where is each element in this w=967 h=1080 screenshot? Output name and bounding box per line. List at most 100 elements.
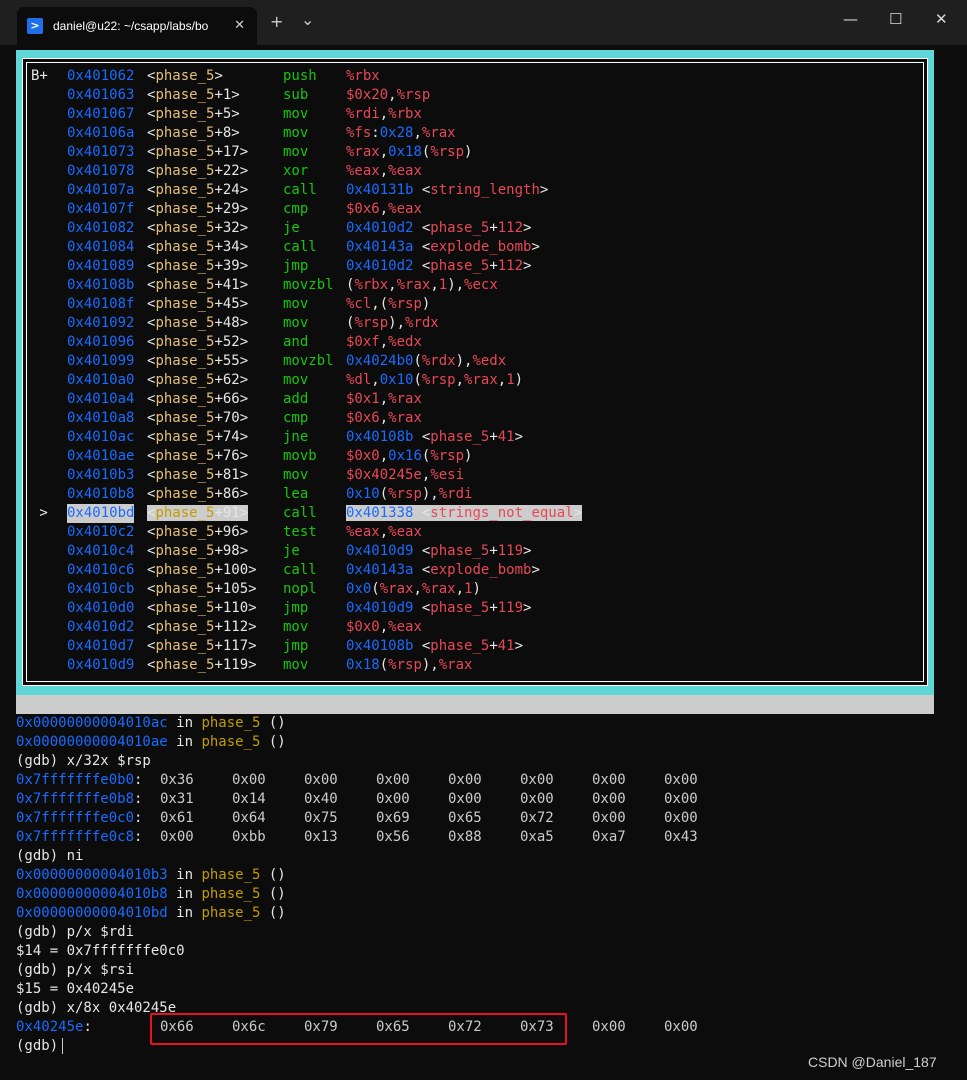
operand-token: + xyxy=(489,543,498,559)
asm-line[interactable]: 0x401082 <phase_5+32> je 0x4010d2 <phase_5+… xyxy=(31,219,911,238)
maximize-button[interactable]: ☐ xyxy=(889,10,902,28)
sym-offset: +91> xyxy=(214,505,249,521)
sym-name: phase_5 xyxy=(155,334,215,350)
operand-token: , xyxy=(455,581,465,597)
asm-line[interactable]: 0x401063 <phase_5+1> sub $0x20,%rsp xyxy=(31,86,911,105)
sym-offset: > xyxy=(214,68,223,84)
asm-line[interactable]: 0x40107f <phase_5+29> cmp $0x6,%eax xyxy=(31,200,911,219)
asm-operands: %eax,%eax xyxy=(346,162,422,181)
sym-offset: +110> xyxy=(214,600,257,616)
operand-token: 1 xyxy=(438,277,448,293)
asm-line[interactable]: 0x401073 <phase_5+17> mov %rax,0x18(%rsp) xyxy=(31,143,911,162)
console-line: 0x00000000004010b3 in phase_5 () xyxy=(16,866,916,885)
asm-line[interactable]: 0x4010ac <phase_5+74> jne 0x40108b <phase_5… xyxy=(31,428,911,447)
sym-offset: +76> xyxy=(214,448,249,464)
asm-opcode: jne xyxy=(283,429,309,445)
close-button[interactable]: ✕ xyxy=(935,10,948,28)
memory-byte: 0x88 xyxy=(448,829,482,845)
asm-line[interactable]: 0x40106a <phase_5+8> mov %fs:0x28,%rax xyxy=(31,124,911,143)
sym-name: phase_5 xyxy=(155,657,215,673)
operand-token: , xyxy=(455,372,465,388)
asm-line[interactable]: 0x4010a4 <phase_5+66> add $0x1,%rax xyxy=(31,390,911,409)
asm-opcode: mov xyxy=(283,372,309,388)
asm-opcode: lea xyxy=(283,486,309,502)
asm-line[interactable]: B+ 0x401062 <phase_5> push %rbx xyxy=(31,67,911,86)
asm-opcode: and xyxy=(283,334,309,350)
sym-name: phase_5 xyxy=(155,182,215,198)
asm-line[interactable]: 0x4010c4 <phase_5+98> je 0x4010d9 <phase_5+… xyxy=(31,542,911,561)
asm-line[interactable]: 0x40107a <phase_5+24> call 0x40131b <string… xyxy=(31,181,911,200)
memory-byte: 0x65 xyxy=(448,810,482,826)
asm-line[interactable]: 0x4010d0 <phase_5+110> jmp 0x4010d9 <phase_… xyxy=(31,599,911,618)
terminal-tab[interactable]: > daniel@u22: ~/csapp/labs/bo ✕ xyxy=(17,7,257,45)
asm-line[interactable]: 0x40108f <phase_5+45> mov %cl,(%rsp) xyxy=(31,295,911,314)
asm-line[interactable]: 0x4010cb <phase_5+105> nopl 0x0(%rax,%rax,1… xyxy=(31,580,911,599)
asm-operands: 0x40108b <phase_5+41> xyxy=(346,428,523,447)
operand-token: $0x1 xyxy=(346,391,380,407)
operand-token: < xyxy=(413,429,431,445)
asm-line[interactable]: 0x401099 <phase_5+55> movzbl 0x4024b0(%rdx)… xyxy=(31,352,911,371)
asm-line[interactable]: 0x4010b3 <phase_5+81> mov $0x40245e,%esi xyxy=(31,466,911,485)
asm-opcode: call xyxy=(283,562,317,578)
asm-address: 0x4010d0 xyxy=(67,600,135,616)
new-tab-button[interactable]: + xyxy=(270,12,283,32)
operand-token: 0x4010d2 xyxy=(346,258,414,274)
asm-line[interactable]: 0x401067 <phase_5+5> mov %rdi,%rbx xyxy=(31,105,911,124)
asm-opcode: cmp xyxy=(283,410,309,426)
asm-address: 0x401073 xyxy=(67,144,135,160)
asm-opcode: je xyxy=(283,220,300,236)
operand-token: < xyxy=(413,638,431,654)
operand-token: , xyxy=(413,125,422,141)
sym-name: phase_5 xyxy=(155,467,215,483)
asm-line[interactable]: 0x401096 <phase_5+52> and $0xf,%edx xyxy=(31,333,911,352)
operand-token: 0x16 xyxy=(388,448,422,464)
asm-symbol: <phase_5+98> xyxy=(147,542,248,561)
operand-token: %eax xyxy=(388,619,422,635)
sym-offset: +17> xyxy=(214,144,249,160)
memory-byte: 0x00 xyxy=(664,791,698,807)
operand-token: ), xyxy=(388,315,406,331)
operand-token: 0x0 xyxy=(346,581,372,597)
asm-symbol: <phase_5+66> xyxy=(147,390,248,409)
asm-line[interactable]: 0x401078 <phase_5+22> xor %eax,%eax xyxy=(31,162,911,181)
operand-token: ), xyxy=(421,486,439,502)
operand-token: < xyxy=(413,239,431,255)
asm-line[interactable]: 0x4010a8 <phase_5+70> cmp $0x6,%rax xyxy=(31,409,911,428)
asm-line[interactable]: 0x4010c2 <phase_5+96> test %eax,%eax xyxy=(31,523,911,542)
asm-symbol: <phase_5+76> xyxy=(147,447,248,466)
asm-line[interactable]: >0x4010bd <phase_5+91> call 0x401338 <strin… xyxy=(31,504,911,523)
dropdown-icon[interactable]: ⌄ xyxy=(301,10,314,30)
location-function: phase_5 xyxy=(201,886,261,902)
asm-address: 0x4010a4 xyxy=(67,391,135,407)
sym-name: phase_5 xyxy=(155,106,215,122)
asm-operands: %rax,0x18(%rsp) xyxy=(346,143,472,162)
operand-token: %rax xyxy=(396,277,431,293)
asm-symbol: <phase_5+45> xyxy=(147,295,248,314)
console-line: 0x7fffffffe0b0: 0x36 0x00 0x00 0x00 0x00 0x00 0… xyxy=(16,771,916,790)
asm-line[interactable]: 0x4010c6 <phase_5+100> call 0x40143a <explo… xyxy=(31,561,911,580)
asm-line[interactable]: 0x4010a0 <phase_5+62> mov %dl,0x10(%rsp,%ra… xyxy=(31,371,911,390)
asm-line[interactable]: 0x4010ae <phase_5+76> movb $0x0,0x16(%rsp) xyxy=(31,447,911,466)
operand-token: explode_bomb xyxy=(430,239,532,255)
operand-token: > xyxy=(523,543,532,559)
asm-line[interactable]: 0x4010d7 <phase_5+117> jmp 0x40108b <phase_… xyxy=(31,637,911,656)
console-line: 0x7fffffffe0c8: 0x00 0xbb 0x13 0x56 0x88 0xa5 0… xyxy=(16,828,916,847)
sym-name: phase_5 xyxy=(155,220,215,236)
sym-name: phase_5 xyxy=(155,448,215,464)
operand-token: ( xyxy=(413,372,422,388)
operand-token: 0x10 xyxy=(346,486,380,502)
asm-line[interactable]: 0x40108b <phase_5+41> movzbl (%rbx,%rax,1),… xyxy=(31,276,911,295)
asm-operands: %rbx xyxy=(346,67,380,86)
sym-name: phase_5 xyxy=(155,391,215,407)
asm-line[interactable]: 0x4010d2 <phase_5+112> mov $0x0,%eax xyxy=(31,618,911,637)
operand-token: %rax xyxy=(346,144,380,160)
asm-line[interactable]: 0x4010b8 <phase_5+86> lea 0x10(%rsp),%rdi xyxy=(31,485,911,504)
asm-line[interactable]: 0x401084 <phase_5+34> call 0x40143a <explod… xyxy=(31,238,911,257)
tab-close-icon[interactable]: ✕ xyxy=(234,18,245,33)
operand-token: < xyxy=(413,562,431,578)
asm-line[interactable]: 0x4010d9 <phase_5+119> mov 0x18(%rsp),%rax xyxy=(31,656,911,675)
asm-line[interactable]: 0x401092 <phase_5+48> mov (%rsp),%rdx xyxy=(31,314,911,333)
asm-line[interactable]: 0x401089 <phase_5+39> jmp 0x4010d2 <phase_5… xyxy=(31,257,911,276)
minimize-button[interactable]: — xyxy=(843,10,858,28)
location-function: phase_5 xyxy=(201,734,261,750)
